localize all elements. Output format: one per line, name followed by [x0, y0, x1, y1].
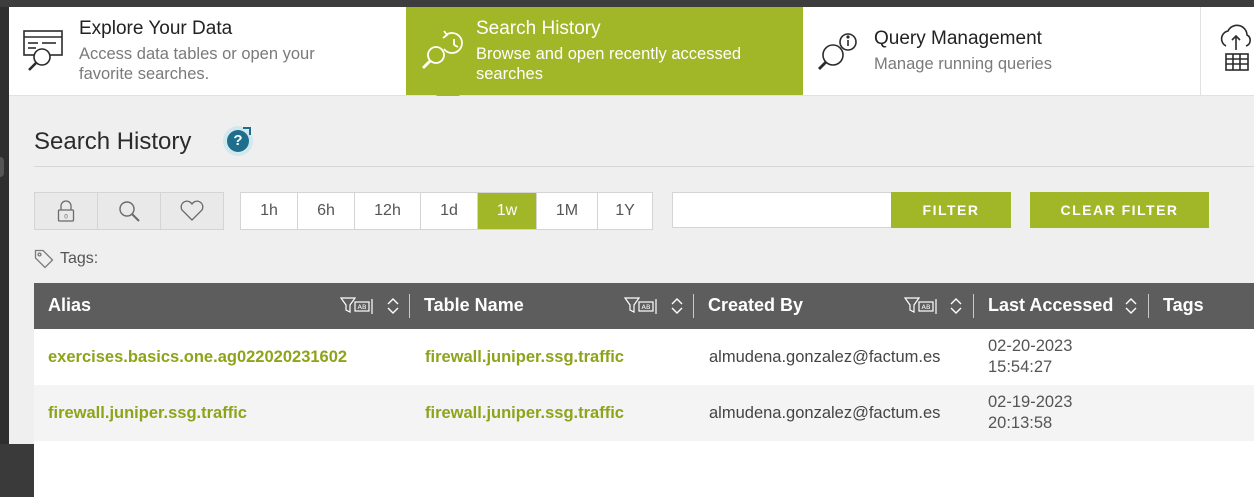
favorites-filter-button[interactable] — [161, 193, 223, 229]
lock-icon: 0 — [57, 200, 75, 222]
time-filter-1w[interactable]: 1w — [478, 193, 537, 229]
time-filter-1d[interactable]: 1d — [421, 193, 478, 229]
svg-text:AB: AB — [358, 303, 367, 311]
heart-icon — [180, 200, 204, 221]
time-filter-12h[interactable]: 12h — [355, 193, 421, 229]
table-row-partial[interactable] — [34, 441, 1254, 497]
sort-icon[interactable] — [1124, 297, 1138, 315]
time-filter-1M[interactable]: 1M — [537, 193, 598, 229]
column-label: Tags — [1163, 295, 1204, 315]
alias-link[interactable]: firewall.juniper.ssg.traffic — [48, 385, 247, 441]
sort-icon[interactable] — [670, 297, 684, 315]
time-filter-1Y[interactable]: 1Y — [598, 193, 652, 229]
time-filter-1h[interactable]: 1h — [241, 193, 298, 229]
history-search-icon — [420, 27, 466, 78]
alias-link[interactable]: exercises.basics.one.ag022020231602 — [48, 329, 347, 385]
tags-filter[interactable]: Tags: — [34, 249, 98, 269]
nav-query-title: Query Management — [874, 28, 1042, 49]
left-sidebar-edge — [0, 7, 9, 444]
nav-cloud-upload[interactable] — [1201, 7, 1254, 95]
nav-query-desc: Manage running queries — [874, 55, 1052, 73]
table-header: Alias AB Table Name AB Created By AB Las… — [34, 283, 1254, 329]
time-range-selector: 1h 6h 12h 1d 1w 1M 1Y — [240, 192, 653, 230]
help-button[interactable]: ? — [223, 126, 253, 156]
column-label: Alias — [48, 295, 92, 315]
cloud-upload-icon — [1218, 24, 1254, 79]
table-name-link[interactable]: firewall.juniper.ssg.traffic — [425, 385, 624, 441]
external-link-icon — [243, 127, 251, 135]
lock-filter-button[interactable]: 0 — [35, 193, 98, 229]
clear-filter-button[interactable]: CLEAR FILTER — [1030, 192, 1209, 228]
nav-search-title: Search History — [476, 18, 601, 39]
column-header-created-by[interactable]: Created By AB — [694, 283, 974, 329]
created-by: almudena.gonzalez@factum.es — [709, 347, 941, 366]
filter-button[interactable]: FILTER — [891, 192, 1011, 228]
sort-icon[interactable] — [949, 297, 963, 315]
column-header-tags[interactable]: Tags — [1149, 283, 1254, 329]
magnifier-icon — [119, 201, 140, 222]
column-label: Last Accessed — [988, 295, 1114, 315]
last-accessed-time: 15:54:27 — [988, 358, 1053, 376]
tag-icon — [34, 249, 54, 269]
main-content: Search History ? 0 1h 6h 12h 1d 1w 1M 1Y… — [9, 96, 1254, 497]
nav-explore-your-data[interactable]: Explore Your Data Access data tables or … — [9, 7, 406, 95]
column-filter-icon[interactable]: AB — [340, 296, 378, 316]
last-accessed: 02-20-2023 15:54:27 — [988, 329, 1072, 385]
column-header-last-accessed[interactable]: Last Accessed — [974, 283, 1149, 329]
column-filter-icon[interactable]: AB — [904, 296, 942, 316]
last-accessed-date: 02-19-2023 — [988, 393, 1073, 411]
last-accessed: 02-19-2023 20:13:58 — [988, 385, 1072, 441]
time-filter-6h[interactable]: 6h — [298, 193, 355, 229]
nav-search-history[interactable]: Search History Browse and open recently … — [406, 7, 803, 106]
column-header-table-name[interactable]: Table Name AB — [410, 283, 694, 329]
column-header-alias[interactable]: Alias AB — [34, 283, 410, 329]
created-by: almudena.gonzalez@factum.es — [709, 403, 941, 422]
table-name-link[interactable]: firewall.juniper.ssg.traffic — [425, 329, 624, 385]
window-top-strip — [0, 0, 1254, 7]
column-filter-icon[interactable]: AB — [624, 296, 662, 316]
title-divider — [34, 166, 1254, 167]
filter-input[interactable] — [672, 192, 891, 228]
tags-label: Tags: — [60, 250, 99, 267]
column-label: Table Name — [424, 295, 524, 315]
svg-text:AB: AB — [922, 303, 931, 311]
table-row[interactable]: firewall.juniper.ssg.traffic firewall.ju… — [34, 385, 1254, 441]
top-nav: Explore Your Data Access data tables or … — [9, 7, 1254, 106]
table-row[interactable]: exercises.basics.one.ag022020231602 fire… — [34, 329, 1254, 385]
column-label: Created By — [708, 295, 804, 315]
svg-text:0: 0 — [64, 214, 68, 221]
nav-explore-desc: Access data tables or open your favorite… — [79, 45, 315, 83]
page-title: Search History — [34, 128, 192, 155]
svg-text:AB: AB — [642, 303, 651, 311]
table-search-icon — [22, 27, 68, 78]
nav-query-management[interactable]: Query Management Manage running queries — [803, 7, 1201, 95]
last-accessed-date: 02-20-2023 — [988, 337, 1073, 355]
sidebar-handle[interactable] — [0, 157, 4, 177]
nav-search-desc: Browse and open recently accessed search… — [476, 45, 742, 83]
search-filter-button[interactable] — [98, 193, 161, 229]
sort-icon[interactable] — [386, 297, 400, 315]
last-accessed-time: 20:13:58 — [988, 414, 1053, 432]
query-info-search-icon — [817, 31, 863, 82]
nav-explore-title: Explore Your Data — [79, 18, 233, 39]
search-type-filter: 0 — [34, 192, 224, 230]
